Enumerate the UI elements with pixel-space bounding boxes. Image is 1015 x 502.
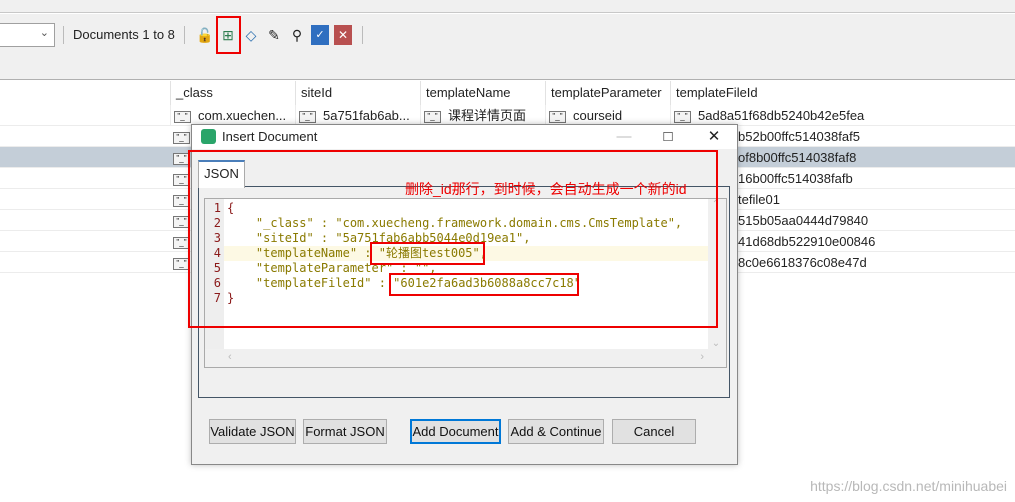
edit-document-icon[interactable]: ✎	[265, 25, 283, 45]
string-icon: "_"	[173, 215, 190, 228]
chevron-down-icon: ⌄	[39, 27, 49, 39]
line-number: 4	[213, 246, 221, 260]
insert-document-dialog: Insert Document — □ ✕ JSON 1234567 { "_c…	[191, 124, 738, 465]
watermark: https://blog.csdn.net/minihuabei	[810, 478, 1007, 494]
cancel-button[interactable]: Cancel	[612, 419, 696, 444]
column-header-templatename[interactable]: templateName	[420, 81, 545, 105]
divider	[184, 26, 185, 44]
cell-value: com.xuechen...	[198, 108, 287, 123]
code-line: "siteId" : "5a751fab6abb5044e0d19ea1",	[227, 231, 531, 245]
string-icon: "_"	[424, 110, 441, 123]
add-document-button[interactable]: Add Document	[410, 419, 501, 444]
maximize-icon[interactable]: □	[658, 127, 678, 147]
code-line: "templateFileId" : "601e2fa6ad3b6088a8cc…	[227, 276, 582, 290]
string-icon: "_"	[173, 173, 190, 186]
column-header-templatefileid[interactable]: templateFileId	[670, 81, 1015, 105]
string-icon: "_"	[674, 110, 691, 123]
cell-value: 5ad8a51f68db5240b42e5fea	[698, 108, 865, 123]
column-header-siteid[interactable]: siteId	[295, 81, 420, 105]
json-code[interactable]: { "_class" : "com.xuecheng.framework.dom…	[224, 199, 708, 349]
line-number: 1	[213, 201, 221, 215]
vertical-scrollbar[interactable]: ⌃ ⌄	[708, 199, 724, 349]
table-row[interactable]: "_" com.xuechen... "_" 5a751fab6ab... "_" 课…	[0, 105, 1015, 126]
line-number: 6	[213, 276, 221, 290]
code-line: "templateName" : "轮播图test005",	[224, 246, 708, 261]
document-count: Documents 1 to 8	[73, 27, 175, 42]
string-icon: "_"	[173, 194, 190, 207]
annotation-text: 删除_id那行，到时候，会自动生成一个新的id	[405, 181, 687, 197]
clone-document-icon[interactable]: ◇	[242, 25, 260, 45]
cell-value: courseid	[573, 108, 623, 123]
scroll-right-icon: ›	[700, 351, 704, 363]
json-editor[interactable]: 1234567 { "_class" : "com.xuecheng.frame…	[204, 198, 727, 368]
code-line: "templateParameter" : "",	[227, 261, 437, 275]
add-continue-button[interactable]: Add & Continue	[508, 419, 604, 444]
validate-icon[interactable]: ✓	[311, 25, 329, 45]
cell-value: 课程详情页面	[448, 108, 527, 123]
line-number: 7	[213, 291, 221, 305]
minimize-icon[interactable]: —	[614, 127, 634, 147]
horizontal-scrollbar[interactable]: ‹ ›	[224, 351, 708, 365]
string-icon: "_"	[299, 110, 316, 123]
close-icon[interactable]: ✕	[704, 127, 724, 147]
divider	[63, 26, 64, 44]
title-strip	[0, 0, 1015, 13]
column-header-templateparameter[interactable]: templateParameter	[545, 81, 670, 105]
cell-value: tefile01	[738, 192, 780, 207]
view-document-icon[interactable]: ⚲	[288, 25, 306, 45]
string-icon: "_"	[173, 152, 190, 165]
insert-document-icon[interactable]: ⊞	[219, 25, 237, 45]
cell-value: 515b05aa0444d79840	[738, 213, 869, 228]
cell-value: 16b00ffc514038fafb	[738, 171, 853, 186]
code-line: {	[227, 201, 235, 215]
scroll-up-icon: ⌃	[711, 199, 721, 210]
lock-icon[interactable]: 🔓	[196, 25, 214, 45]
format-json-button[interactable]: Format JSON	[303, 419, 387, 444]
app-logo-icon	[201, 129, 216, 144]
string-icon: "_"	[173, 257, 190, 270]
dialog-title: Insert Document	[222, 129, 318, 144]
validate-json-button[interactable]: Validate JSON	[209, 419, 296, 444]
cell-value: 41d68db522910e00846	[738, 234, 876, 249]
line-number-gutter: 1234567	[205, 199, 224, 349]
scroll-left-icon: ‹	[228, 351, 232, 363]
cell-value: 5a751fab6ab...	[323, 108, 410, 123]
column-header-class[interactable]: _class	[170, 81, 295, 105]
delete-icon[interactable]: ✕	[334, 25, 352, 45]
code-line: }	[227, 291, 235, 305]
string-icon: "_"	[174, 110, 191, 123]
line-number: 5	[213, 261, 221, 275]
tab-json[interactable]: JSON	[198, 160, 245, 188]
cell-value: b52b00ffc514038faf5	[738, 129, 860, 144]
string-icon: "_"	[549, 110, 566, 123]
toolbar: ⌄ Documents 1 to 8 🔓 ⊞ ◇ ✎ ⚲ ✓ ✕	[0, 14, 1015, 80]
dialog-titlebar: Insert Document — □ ✕	[192, 125, 737, 149]
line-number: 3	[213, 231, 221, 245]
code-line: "_class" : "com.xuecheng.framework.domai…	[227, 216, 683, 230]
collection-dropdown[interactable]: ⌄	[0, 23, 55, 47]
string-icon: "_"	[173, 236, 190, 249]
cell-value: 8c0e6618376c08e47d	[738, 255, 867, 270]
cell-value: of8b00ffc514038faf8	[738, 150, 857, 165]
divider	[362, 26, 363, 44]
string-icon: "_"	[173, 131, 190, 144]
line-number: 2	[213, 216, 221, 230]
scroll-down-icon: ⌄	[711, 338, 721, 349]
